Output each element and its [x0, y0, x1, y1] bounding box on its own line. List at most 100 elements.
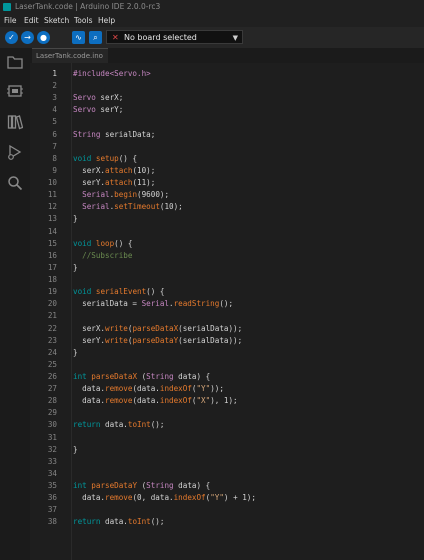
code-line[interactable]: 21: [30, 310, 424, 322]
code-text[interactable]: return data.toInt();: [73, 516, 164, 528]
line-number: 22: [47, 323, 57, 333]
code-text[interactable]: Serial.setTimeout(10);: [73, 201, 183, 213]
sketchbook-icon[interactable]: [7, 54, 23, 70]
tab-lasertank-code-ino[interactable]: LaserTank.code.ino: [32, 48, 108, 63]
menu-sketch[interactable]: Sketch: [44, 14, 69, 27]
code-text[interactable]: int parseDataY (String data) {: [73, 480, 210, 492]
boards-manager-icon[interactable]: [7, 83, 23, 99]
code-text[interactable]: #include<Servo.h>: [73, 68, 151, 80]
code-line[interactable]: 6 String serialData;: [30, 129, 424, 141]
code-text[interactable]: data.remove(0, data.indexOf("Y") + 1);: [73, 492, 256, 504]
serial-plotter-icon[interactable]: ∿: [72, 31, 85, 44]
code-line[interactable]: 14: [30, 226, 424, 238]
code-line[interactable]: 15 void loop() {: [30, 238, 424, 250]
code-text[interactable]: serX.write(parseDataX(serialData));: [73, 323, 242, 335]
board-selector[interactable]: ✕ No board selected ▼: [106, 30, 243, 44]
code-text[interactable]: String serialData;: [73, 129, 155, 141]
code-line[interactable]: 26 int parseDataX (String data) {: [30, 371, 424, 383]
code-text[interactable]: void serialEvent() {: [73, 286, 164, 298]
code-line[interactable]: 28 data.remove(data.indexOf("X"), 1);: [30, 395, 424, 407]
code-line[interactable]: 9 serX.attach(10);: [30, 165, 424, 177]
code-line[interactable]: 37: [30, 504, 424, 516]
code-line[interactable]: 27 data.remove(data.indexOf("Y"));: [30, 383, 424, 395]
line-number: 19: [47, 287, 57, 297]
code-line[interactable]: 8 void setup() {: [30, 153, 424, 165]
code-line[interactable]: 11 Serial.begin(9600);: [30, 189, 424, 201]
code-text[interactable]: int parseDataX (String data) {: [73, 371, 210, 383]
code-line[interactable]: 25: [30, 359, 424, 371]
code-text[interactable]: serY.write(parseDataY(serialData));: [73, 335, 242, 347]
code-line[interactable]: 29: [30, 407, 424, 419]
menu-help[interactable]: Help: [98, 14, 115, 27]
code-line[interactable]: 3 Servo serX;: [30, 92, 424, 104]
code-line[interactable]: 32}: [30, 444, 424, 456]
line-number: 32: [47, 444, 57, 454]
code-line[interactable]: 35 int parseDataY (String data) {: [30, 480, 424, 492]
code-text[interactable]: void setup() {: [73, 153, 137, 165]
code-line[interactable]: 16 //Subscribe: [30, 250, 424, 262]
code-line[interactable]: 17}: [30, 262, 424, 274]
code-line[interactable]: 22 serX.write(parseDataX(serialData));: [30, 323, 424, 335]
debugger-icon[interactable]: ●: [37, 31, 50, 44]
menu-file[interactable]: File: [4, 14, 17, 27]
toolbar: ✓ → ● ∿ ⌕ ✕ No board selected ▼: [0, 27, 424, 48]
code-line[interactable]: 4 Servo serY;: [30, 104, 424, 116]
code-text[interactable]: serY.attach(11);: [73, 177, 155, 189]
code-text[interactable]: Servo serX;: [73, 92, 123, 104]
code-text[interactable]: serialData = Serial.readString();: [73, 298, 233, 310]
arduino-app-icon: [3, 3, 11, 11]
code-line[interactable]: 18: [30, 274, 424, 286]
code-text[interactable]: }: [73, 444, 78, 456]
code-line[interactable]: 23 serY.write(parseDataY(serialData));: [30, 335, 424, 347]
code-text[interactable]: }: [73, 213, 78, 225]
line-number: 25: [47, 359, 57, 369]
serial-monitor-icon[interactable]: ⌕: [89, 31, 102, 44]
code-line[interactable]: 13}: [30, 213, 424, 225]
code-text[interactable]: }: [73, 262, 78, 274]
code-line[interactable]: 24}: [30, 347, 424, 359]
code-editor[interactable]: 1 #include<Servo.h> 2 3 Servo serX; 4 Servo se…: [30, 63, 424, 560]
code-line[interactable]: 36 data.remove(0, data.indexOf("Y") + 1)…: [30, 492, 424, 504]
code-line[interactable]: 19 void serialEvent() {: [30, 286, 424, 298]
upload-icon[interactable]: →: [21, 31, 34, 44]
line-number: 28: [47, 396, 57, 406]
code-line[interactable]: 33: [30, 456, 424, 468]
code-text[interactable]: data.remove(data.indexOf("Y"));: [73, 383, 224, 395]
code-text[interactable]: void loop() {: [73, 238, 132, 250]
code-line[interactable]: 20 serialData = Serial.readString();: [30, 298, 424, 310]
library-manager-icon[interactable]: [7, 114, 23, 130]
verify-icon[interactable]: ✓: [5, 31, 18, 44]
line-number: 18: [47, 275, 57, 285]
line-number: 5: [52, 117, 57, 127]
line-number: 10: [47, 178, 57, 188]
code-line[interactable]: 2: [30, 80, 424, 92]
line-number: 33: [47, 456, 57, 466]
code-text[interactable]: //Subscribe: [73, 250, 132, 262]
line-number: 8: [52, 153, 57, 163]
code-text[interactable]: data.remove(data.indexOf("X"), 1);: [73, 395, 238, 407]
menu-edit[interactable]: Edit: [24, 14, 39, 27]
line-number: 31: [47, 432, 57, 442]
no-board-error-icon: ✕: [112, 33, 119, 42]
code-line[interactable]: 10 serY.attach(11);: [30, 177, 424, 189]
line-number: 35: [47, 481, 57, 491]
chevron-down-icon: ▼: [232, 34, 238, 42]
code-text[interactable]: return data.toInt();: [73, 419, 164, 431]
code-line[interactable]: 38 return data.toInt();: [30, 516, 424, 528]
code-line[interactable]: 31: [30, 432, 424, 444]
line-number: 3: [52, 93, 57, 103]
code-text[interactable]: serX.attach(10);: [73, 165, 155, 177]
line-number: 14: [47, 226, 57, 236]
code-line[interactable]: 12 Serial.setTimeout(10);: [30, 201, 424, 213]
code-text[interactable]: Servo serY;: [73, 104, 123, 116]
code-line[interactable]: 34: [30, 468, 424, 480]
code-line[interactable]: 30 return data.toInt();: [30, 419, 424, 431]
code-text[interactable]: }: [73, 347, 78, 359]
code-line[interactable]: 1 #include<Servo.h>: [30, 68, 424, 80]
code-line[interactable]: 7: [30, 141, 424, 153]
search-icon[interactable]: [7, 175, 23, 191]
menu-tools[interactable]: Tools: [74, 14, 92, 27]
code-text[interactable]: Serial.begin(9600);: [73, 189, 169, 201]
debug-icon[interactable]: [7, 144, 23, 160]
code-line[interactable]: 5: [30, 116, 424, 128]
